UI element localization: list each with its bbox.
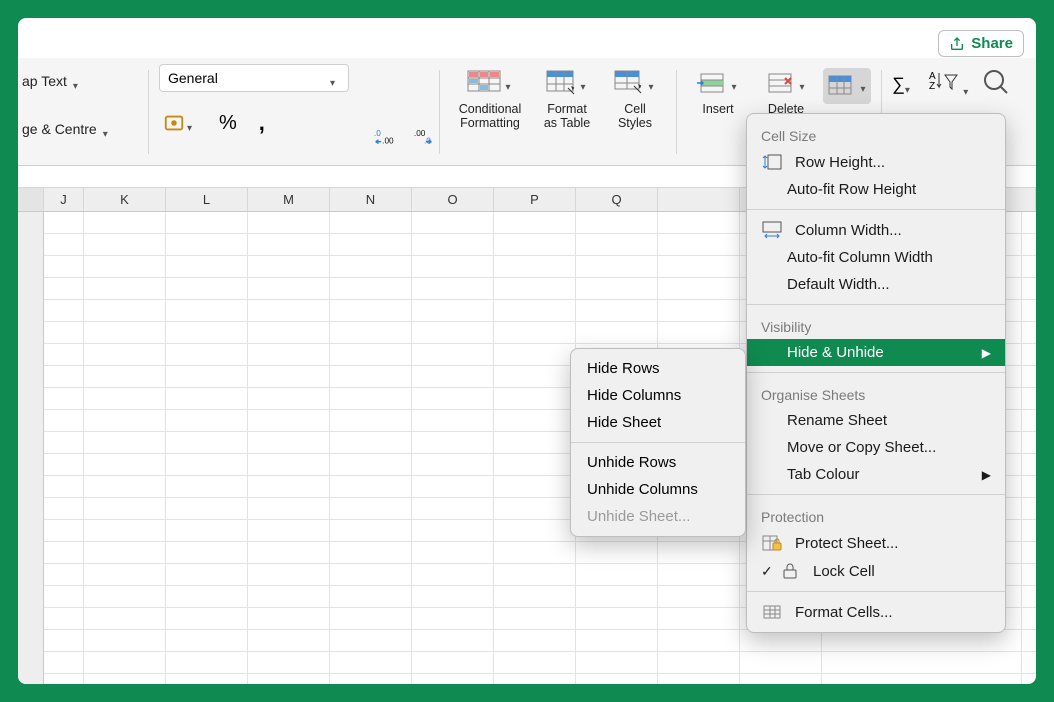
lock-icon <box>779 562 801 580</box>
hide-unhide-submenu: Hide Rows Hide Columns Hide Sheet Unhide… <box>570 348 746 537</box>
decrease-decimal-button[interactable]: .00.0 <box>409 125 439 151</box>
svg-text:.0: .0 <box>374 129 381 138</box>
insert-cells-button[interactable]: Insert <box>687 68 749 116</box>
submenu-hide-columns[interactable]: Hide Columns <box>571 382 745 409</box>
menu-section-visibility: Visibility <box>747 311 1005 339</box>
menu-autofit-row[interactable]: Auto-fit Row Height <box>747 176 1005 203</box>
submenu-unhide-columns[interactable]: Unhide Columns <box>571 476 745 503</box>
chevron-down-icon <box>858 81 868 91</box>
col-header[interactable]: Q <box>576 188 658 211</box>
row-height-icon <box>761 153 783 171</box>
format-as-table-button[interactable]: Formatas Table <box>536 68 598 131</box>
app-window: Share ap Text ge & Centre General <box>18 18 1036 684</box>
column-width-icon <box>761 221 783 239</box>
sigma-icon: ∑ <box>892 74 905 95</box>
format-menu: Cell Size Row Height... Auto-fit Row Hei… <box>746 113 1006 633</box>
chevron-down-icon <box>905 80 915 90</box>
submenu-hide-sheet[interactable]: Hide Sheet <box>571 409 745 436</box>
svg-text:Z: Z <box>929 81 935 92</box>
share-icon <box>949 36 965 52</box>
format-cells-menu-icon <box>761 603 783 621</box>
menu-section-cellsize: Cell Size <box>747 120 1005 148</box>
number-format-value: General <box>168 70 218 86</box>
increase-decimal-button[interactable]: .0.00 <box>369 125 399 151</box>
menu-format-cells[interactable]: Format Cells... <box>747 598 1005 626</box>
submenu-unhide-rows[interactable]: Unhide Rows <box>571 449 745 476</box>
table-row[interactable] <box>44 630 1036 652</box>
menu-lock-cell[interactable]: ✓ Lock Cell <box>747 557 1005 585</box>
submenu-arrow-icon: ▶ <box>982 346 991 360</box>
currency-button[interactable] <box>159 110 201 136</box>
delete-icon <box>765 72 795 96</box>
insert-icon <box>697 72 727 96</box>
chevron-down-icon <box>646 79 656 89</box>
sort-filter-icon: AZ <box>929 69 959 95</box>
chevron-down-icon <box>963 82 968 99</box>
col-header[interactable]: P <box>494 188 576 211</box>
menu-protect-sheet[interactable]: Protect Sheet... <box>747 529 1005 557</box>
table-row[interactable] <box>44 674 1036 684</box>
chevron-down-icon <box>103 124 113 134</box>
conditional-formatting-icon <box>467 70 501 98</box>
wrap-text-button[interactable]: ap Text <box>22 73 67 89</box>
delete-cells-button[interactable]: Delete <box>755 68 817 116</box>
cell-styles-button[interactable]: CellStyles <box>604 68 666 131</box>
chevron-down-icon <box>73 76 83 86</box>
chevron-down-icon <box>578 79 588 89</box>
format-cells-icon <box>826 74 856 98</box>
submenu-hide-rows[interactable]: Hide Rows <box>571 355 745 382</box>
menu-move-copy-sheet[interactable]: Move or Copy Sheet... <box>747 434 1005 461</box>
menu-row-height[interactable]: Row Height... <box>747 148 1005 176</box>
autosum-button[interactable]: ∑ <box>892 74 915 95</box>
col-header[interactable]: N <box>330 188 412 211</box>
format-as-table-icon <box>546 70 576 98</box>
chevron-down-icon <box>503 79 513 89</box>
merge-centre-button[interactable]: ge & Centre <box>22 121 97 137</box>
find-select-button[interactable] <box>982 68 1012 101</box>
share-label: Share <box>971 35 1013 52</box>
menu-rename-sheet[interactable]: Rename Sheet <box>747 407 1005 434</box>
conditional-formatting-button[interactable]: ConditionalFormatting <box>450 68 530 131</box>
comma-button[interactable]: , <box>255 108 269 138</box>
share-button[interactable]: Share <box>938 30 1024 57</box>
col-header[interactable]: M <box>248 188 330 211</box>
currency-icon <box>163 112 185 134</box>
col-header[interactable]: O <box>412 188 494 211</box>
svg-text:.00: .00 <box>382 137 394 146</box>
chevron-down-icon <box>729 79 739 89</box>
cell-styles-icon <box>614 70 644 98</box>
col-header[interactable]: L <box>166 188 248 211</box>
percent-button[interactable]: % <box>215 110 241 137</box>
chevron-down-icon <box>330 73 340 83</box>
protect-sheet-icon <box>761 534 783 552</box>
increase-decimal-icon: .0.00 <box>373 127 395 149</box>
decrease-decimal-icon: .00.0 <box>413 127 435 149</box>
row-headers[interactable] <box>18 212 44 684</box>
sort-filter-button[interactable]: AZ <box>929 69 968 100</box>
check-icon: ✓ <box>761 563 773 580</box>
menu-section-organise: Organise Sheets <box>747 379 1005 407</box>
menu-autofit-col[interactable]: Auto-fit Column Width <box>747 244 1005 271</box>
menu-column-width[interactable]: Column Width... <box>747 216 1005 244</box>
chevron-down-icon <box>797 79 807 89</box>
submenu-unhide-sheet: Unhide Sheet... <box>571 503 745 530</box>
col-header[interactable] <box>658 188 740 211</box>
table-row[interactable] <box>44 652 1036 674</box>
search-icon <box>982 68 1012 96</box>
menu-tab-colour[interactable]: Tab Colour▶ <box>747 461 1005 488</box>
menu-hide-unhide[interactable]: Hide & Unhide ▶ <box>747 339 1005 366</box>
menu-default-width[interactable]: Default Width... <box>747 271 1005 298</box>
submenu-arrow-icon: ▶ <box>982 468 991 482</box>
format-cells-ribbon-button[interactable] <box>823 68 871 104</box>
chevron-down-icon <box>187 118 197 128</box>
menu-section-protection: Protection <box>747 501 1005 529</box>
col-header[interactable]: J <box>44 188 84 211</box>
number-format-select[interactable]: General <box>159 64 349 92</box>
col-header[interactable]: K <box>84 188 166 211</box>
